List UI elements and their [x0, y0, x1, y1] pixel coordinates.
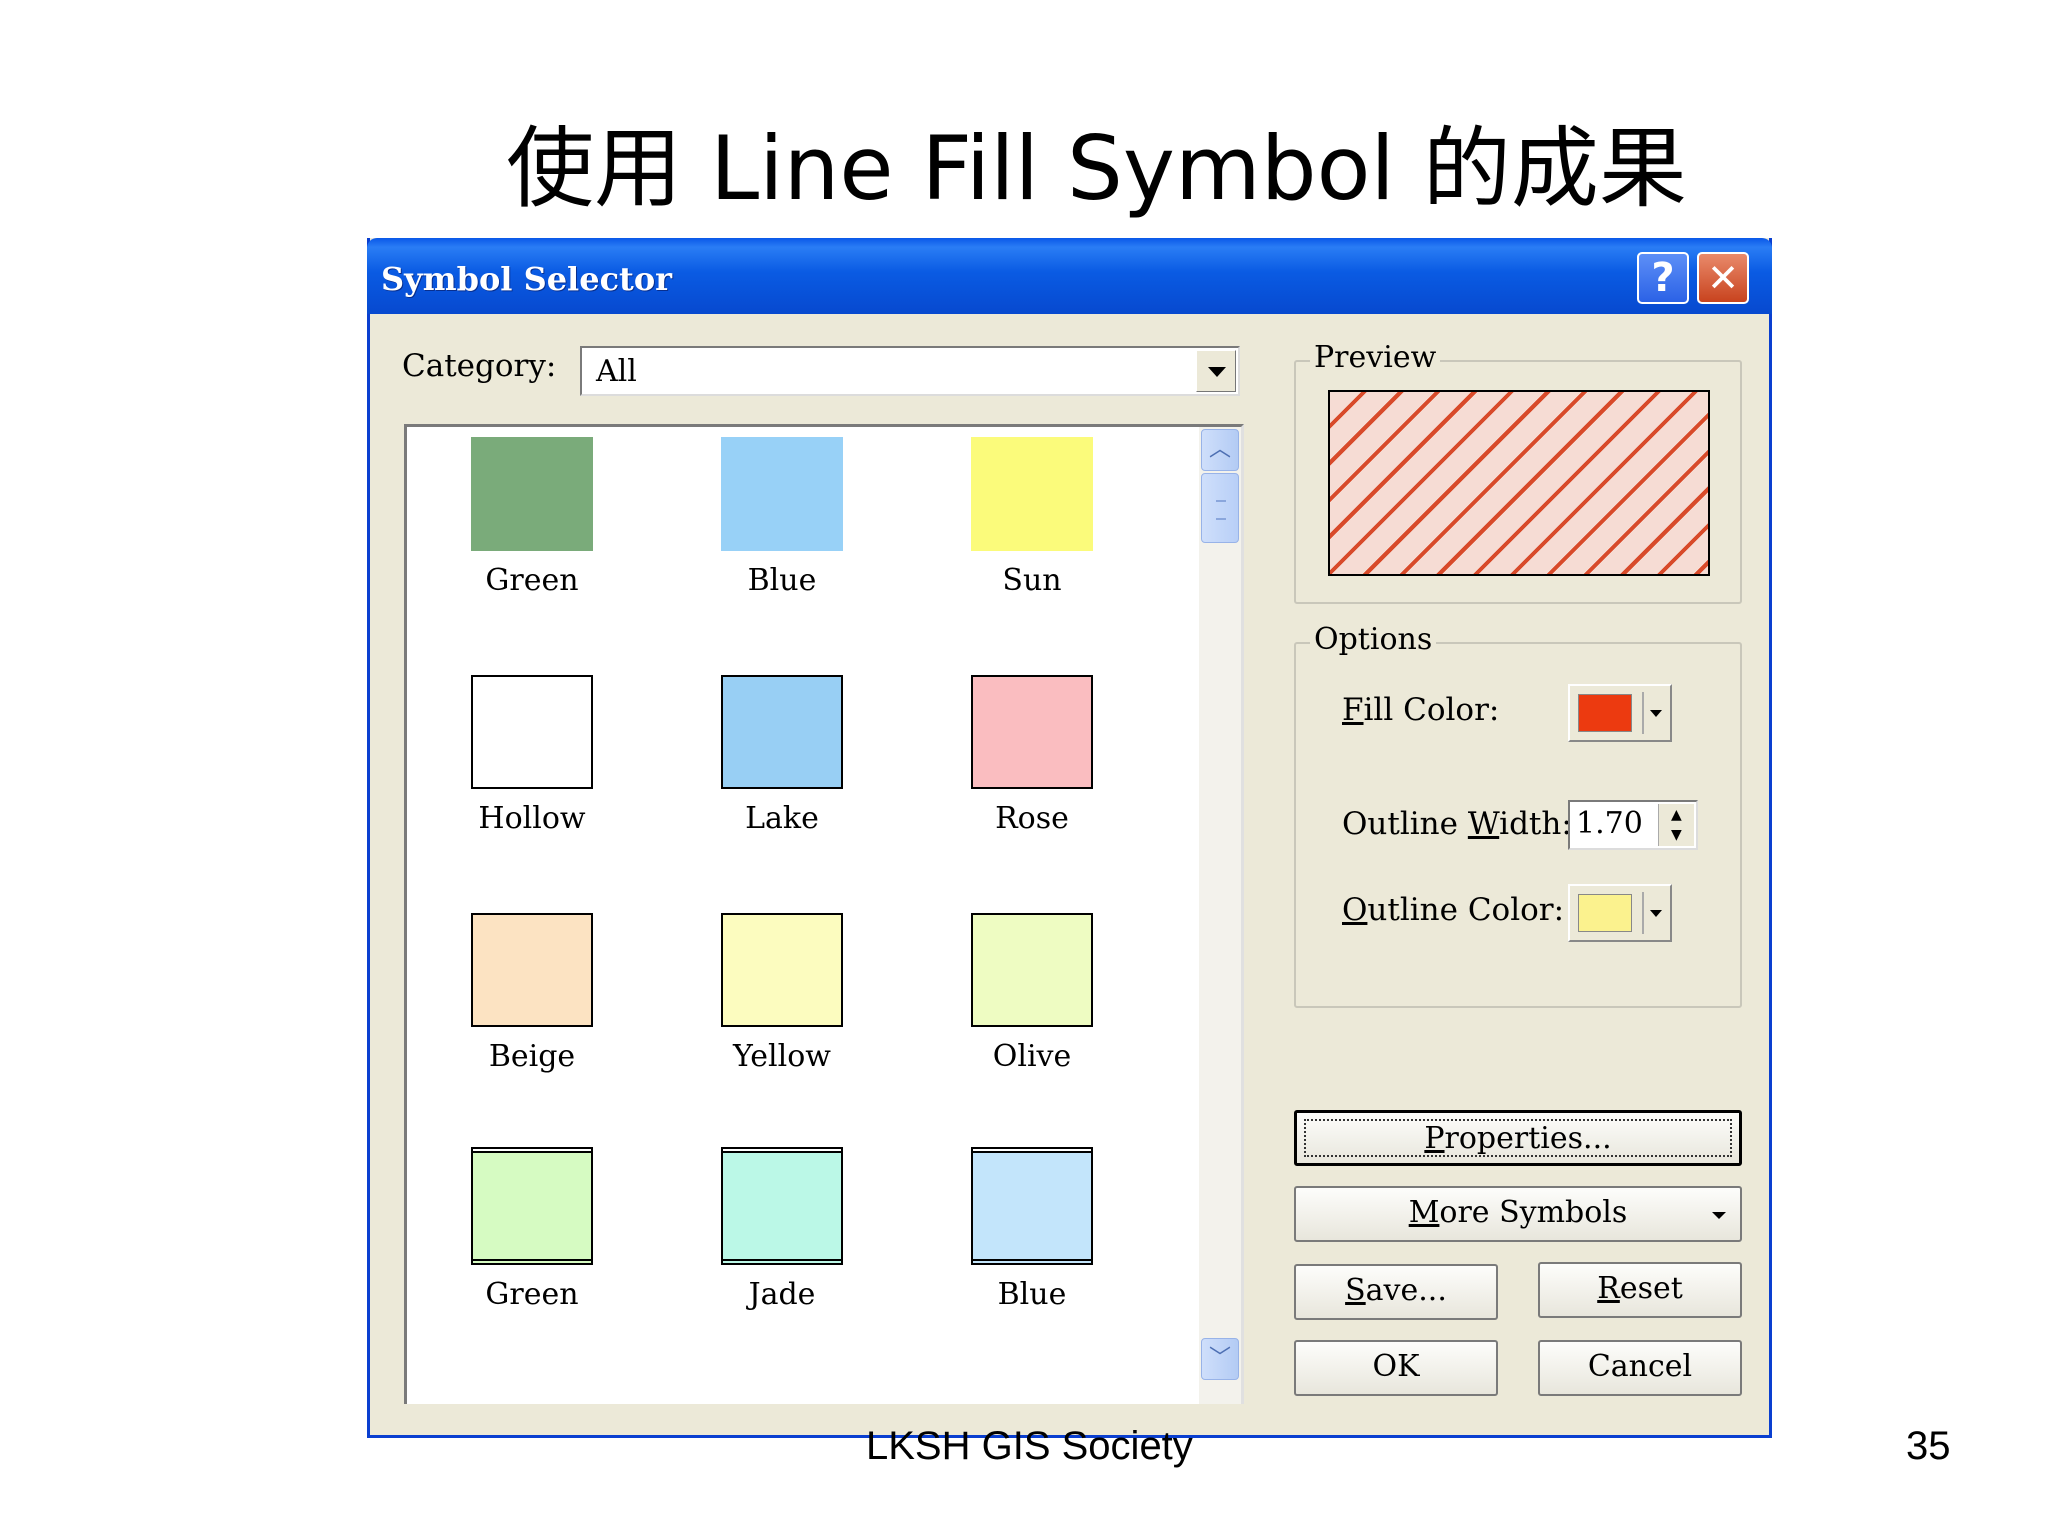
cancel-button[interactable]: Cancel	[1538, 1340, 1742, 1396]
options-group: Options Fill Color: Outline Width: 1.70 …	[1294, 622, 1742, 1008]
more-symbols-button[interactable]: More Symbols	[1294, 1186, 1742, 1242]
scroll-down-button[interactable]: ﹀	[1201, 1338, 1239, 1380]
symbol-swatch	[471, 913, 593, 1027]
symbol-cell[interactable]: Green	[407, 427, 657, 627]
outline-width-label: Outline Width:	[1342, 806, 1572, 842]
options-label: Options	[1310, 622, 1437, 657]
symbol-name: Blue	[747, 563, 817, 598]
chevron-down-icon	[1650, 910, 1662, 917]
fill-color-picker[interactable]	[1568, 684, 1672, 742]
symbol-cell[interactable]: Blue	[657, 427, 907, 627]
help-button[interactable]: ?	[1637, 252, 1689, 304]
save-button[interactable]: Save...	[1294, 1264, 1498, 1320]
outline-width-value: 1.70	[1576, 806, 1643, 841]
outline-color-picker[interactable]	[1568, 884, 1672, 942]
symbol-swatch	[971, 913, 1093, 1027]
symbol-name: Lake	[745, 801, 819, 836]
properties-button[interactable]: Properties...	[1294, 1110, 1742, 1166]
symbol-name: Green	[485, 563, 579, 598]
reset-button[interactable]: Reset	[1538, 1262, 1742, 1318]
symbol-cell[interactable]: Hollow	[407, 665, 657, 865]
symbol-selector-dialog: Symbol Selector ? ✕ Category: All Green B…	[367, 238, 1772, 1438]
symbol-name: Olive	[992, 1039, 1072, 1074]
symbol-cell[interactable]: Olive	[907, 903, 1157, 1103]
symbol-cell[interactable]: Beige	[407, 903, 657, 1103]
chevron-down-icon[interactable]	[1196, 350, 1236, 392]
symbol-name: Hollow	[478, 801, 586, 836]
slide-title: 使用 Line Fill Symbol 的成果	[506, 117, 1687, 220]
page-number: 35	[1906, 1424, 1951, 1468]
ok-button[interactable]: OK	[1294, 1340, 1498, 1396]
close-button[interactable]: ✕	[1697, 252, 1749, 304]
category-value: All	[596, 354, 637, 389]
spinner-arrows[interactable]: ▲ ▼	[1658, 804, 1694, 846]
symbol-cell[interactable]: Lake	[657, 665, 907, 865]
footer-text: LKSH GIS Society	[866, 1424, 1193, 1468]
outline-width-spinner[interactable]: 1.70 ▲ ▼	[1568, 800, 1698, 850]
scroll-up-button[interactable]: ︿	[1201, 429, 1239, 471]
symbol-cell-partial[interactable]	[407, 1147, 657, 1347]
symbol-swatch	[471, 437, 593, 551]
preview-label: Preview	[1310, 340, 1441, 375]
symbol-cell-partial[interactable]	[907, 1147, 1157, 1347]
scroll-thumb[interactable]	[1201, 473, 1239, 543]
symbol-cell[interactable]: Sun	[907, 427, 1157, 627]
category-dropdown[interactable]: All	[580, 346, 1240, 396]
preview-group: Preview	[1294, 340, 1742, 604]
fill-color-label: Fill Color:	[1342, 692, 1500, 728]
symbol-cell-partial[interactable]	[657, 1147, 907, 1347]
symbol-swatch	[471, 675, 593, 789]
symbol-name: Rose	[995, 801, 1069, 836]
symbol-swatch	[721, 913, 843, 1027]
symbol-name: Beige	[488, 1039, 576, 1074]
dialog-title: Symbol Selector	[381, 260, 673, 298]
fill-color-chip	[1578, 694, 1632, 732]
symbol-name: Yellow	[733, 1039, 831, 1074]
symbol-cell[interactable]: Yellow	[657, 903, 907, 1103]
symbol-swatch	[721, 675, 843, 789]
outline-color-chip	[1578, 894, 1632, 932]
symbol-swatch	[971, 437, 1093, 551]
category-label: Category:	[402, 348, 557, 384]
symbol-swatch	[721, 437, 843, 551]
list-scrollbar[interactable]: ︿ ﹀	[1199, 427, 1241, 1404]
symbol-list[interactable]: Green Blue Sun Hollow Lake Rose Beige Yellow Oli…	[404, 424, 1244, 1404]
outline-color-label: Outline Color:	[1342, 892, 1565, 928]
chevron-down-icon	[1650, 710, 1662, 717]
symbol-name: Sun	[1002, 563, 1062, 598]
chevron-down-icon	[1712, 1212, 1726, 1219]
symbol-cell[interactable]: Rose	[907, 665, 1157, 865]
preview-swatch	[1328, 390, 1710, 576]
dialog-titlebar[interactable]: Symbol Selector ? ✕	[367, 238, 1772, 314]
symbol-swatch	[971, 675, 1093, 789]
